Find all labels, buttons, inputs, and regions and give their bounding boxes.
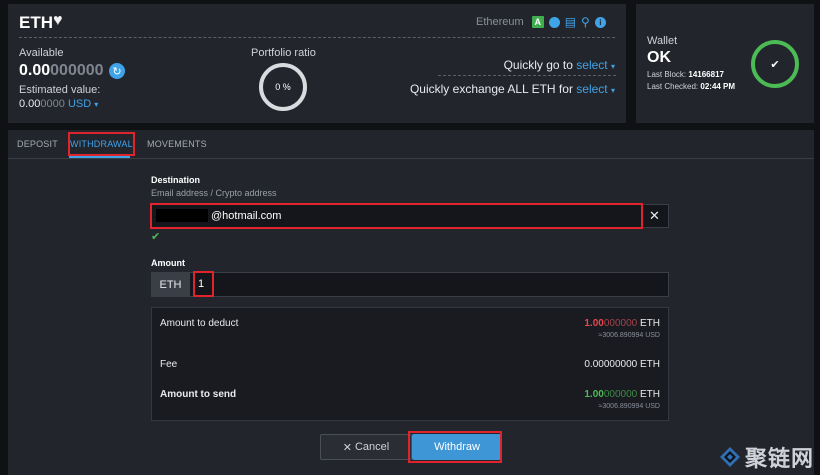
available-balance-main: 0.00: [19, 62, 51, 79]
favorite-heart-icon[interactable]: ♥: [53, 12, 63, 30]
cancel-label: Cancel: [354, 441, 390, 453]
currency-label: USD: [67, 98, 92, 110]
chevron-down-icon: ▾: [610, 86, 615, 95]
available-balance: 0.00000000: [19, 62, 104, 80]
close-icon: ✕: [342, 441, 352, 454]
status-check-icon: ✔: [751, 40, 799, 88]
deduct-usd: ≈3006.890994 USD: [598, 332, 660, 339]
header-divider: [19, 37, 615, 38]
send-value: 1.00000000 ETH: [584, 389, 660, 400]
fee-value: 0.00000000 ETH: [584, 359, 660, 370]
estimated-value: 0.000000 USD ▾: [19, 98, 98, 110]
watermark: 聚链网: [719, 441, 814, 473]
search-icon[interactable]: ⚲: [581, 16, 590, 28]
send-label: Amount to send: [160, 389, 237, 400]
quick-goto-select-label: select: [576, 58, 608, 72]
last-block-label: Last Block:: [647, 70, 687, 79]
quick-exchange-select-label: select: [576, 82, 608, 96]
clear-icon[interactable]: ✕: [640, 204, 669, 228]
deduct-value-decimals: 000000: [603, 318, 638, 329]
highlight-box-withdraw: [408, 431, 502, 463]
last-checked-label: Last Checked:: [647, 82, 699, 91]
portfolio-label: Portfolio ratio: [251, 47, 316, 59]
highlight-box-destination: [150, 203, 643, 229]
fee-label: Fee: [160, 359, 178, 370]
folder-icon[interactable]: ▤: [565, 16, 576, 28]
deduct-label: Amount to deduct: [160, 318, 239, 329]
network-name: Ethereum: [476, 16, 524, 28]
active-tab-indicator: [69, 156, 130, 158]
quick-exchange-text: Quickly exchange ALL ETH for: [409, 82, 573, 96]
watermark-text: 聚链网: [744, 446, 814, 472]
highlight-box-tab: [68, 132, 135, 156]
asset-title: ETH: [19, 13, 53, 32]
portfolio-ratio-value: 0 %: [275, 82, 291, 92]
asset-toolbar: Ethereum A ▤ ⚲ i: [476, 16, 606, 28]
quick-exchange: Quickly exchange ALL ETH for select ▾: [410, 82, 615, 96]
deduct-value: 1.00000000 ETH: [584, 318, 660, 329]
send-usd: ≈3006.890994 USD: [598, 403, 660, 410]
withdrawal-summary: Amount to deduct 1.00000000 ETH ≈3006.89…: [151, 307, 669, 421]
amount-input[interactable]: [151, 272, 669, 297]
currency-select[interactable]: USD ▾: [68, 98, 98, 110]
deduct-value-main: 1.00: [584, 318, 604, 329]
amount-unit-addon: ETH: [151, 272, 190, 297]
last-checked-value: 02:44 PM: [700, 82, 736, 91]
info-icon[interactable]: i: [594, 16, 606, 28]
send-value-main: 1.00: [584, 389, 604, 400]
amount-title: Amount: [151, 258, 185, 268]
send-unit: ETH: [640, 389, 660, 400]
valid-check-icon: ✔: [151, 231, 161, 243]
chevron-down-icon: ▾: [94, 100, 99, 109]
available-label: Available: [19, 47, 64, 59]
asset-header-panel: ETH ♥ Ethereum A ▤ ⚲ i Available 0.00000…: [8, 4, 626, 123]
quick-goto: Quickly go to select ▾: [504, 58, 615, 72]
quick-goto-text: Quickly go to: [503, 58, 573, 72]
watermark-logo-icon: [719, 447, 740, 467]
quick-divider: [438, 75, 616, 76]
tab-movements[interactable]: MOVEMENTS: [147, 139, 207, 149]
send-value-decimals: 000000: [603, 389, 638, 400]
estimated-value-main: 0.00: [19, 98, 41, 110]
quick-exchange-select[interactable]: select ▾: [576, 82, 615, 96]
withdrawal-panel: DEPOSIT WITHDRAWAL MOVEMENTS Destination…: [8, 130, 814, 475]
deduct-unit: ETH: [640, 318, 660, 329]
last-checked: Last Checked: 02:44 PM: [647, 82, 735, 91]
wallet-status: OK: [647, 49, 671, 66]
estimated-value-decimals: 0000: [40, 98, 65, 110]
chevron-down-icon: ▾: [610, 62, 615, 71]
highlight-box-amount: [193, 271, 214, 297]
wallet-status-panel: Wallet OK Last Block: 14166817 Last Chec…: [636, 4, 814, 123]
available-balance-decimals: 000000: [50, 62, 104, 79]
refresh-icon[interactable]: ↻: [109, 63, 125, 79]
last-block: Last Block: 14166817: [647, 70, 724, 79]
destination-title: Destination: [151, 175, 201, 185]
last-block-value: 14166817: [688, 70, 724, 79]
estimated-label: Estimated value:: [19, 84, 101, 96]
destination-subtitle: Email address / Crypto address: [151, 188, 277, 198]
wallet-label: Wallet: [647, 35, 678, 47]
portfolio-ratio-ring: 0 %: [259, 63, 307, 111]
network-badge: A: [531, 16, 544, 28]
quick-goto-select[interactable]: select ▾: [576, 58, 615, 72]
tab-deposit[interactable]: DEPOSIT: [17, 139, 58, 149]
globe-icon[interactable]: [548, 16, 560, 28]
cancel-button[interactable]: ✕ Cancel: [320, 434, 412, 460]
